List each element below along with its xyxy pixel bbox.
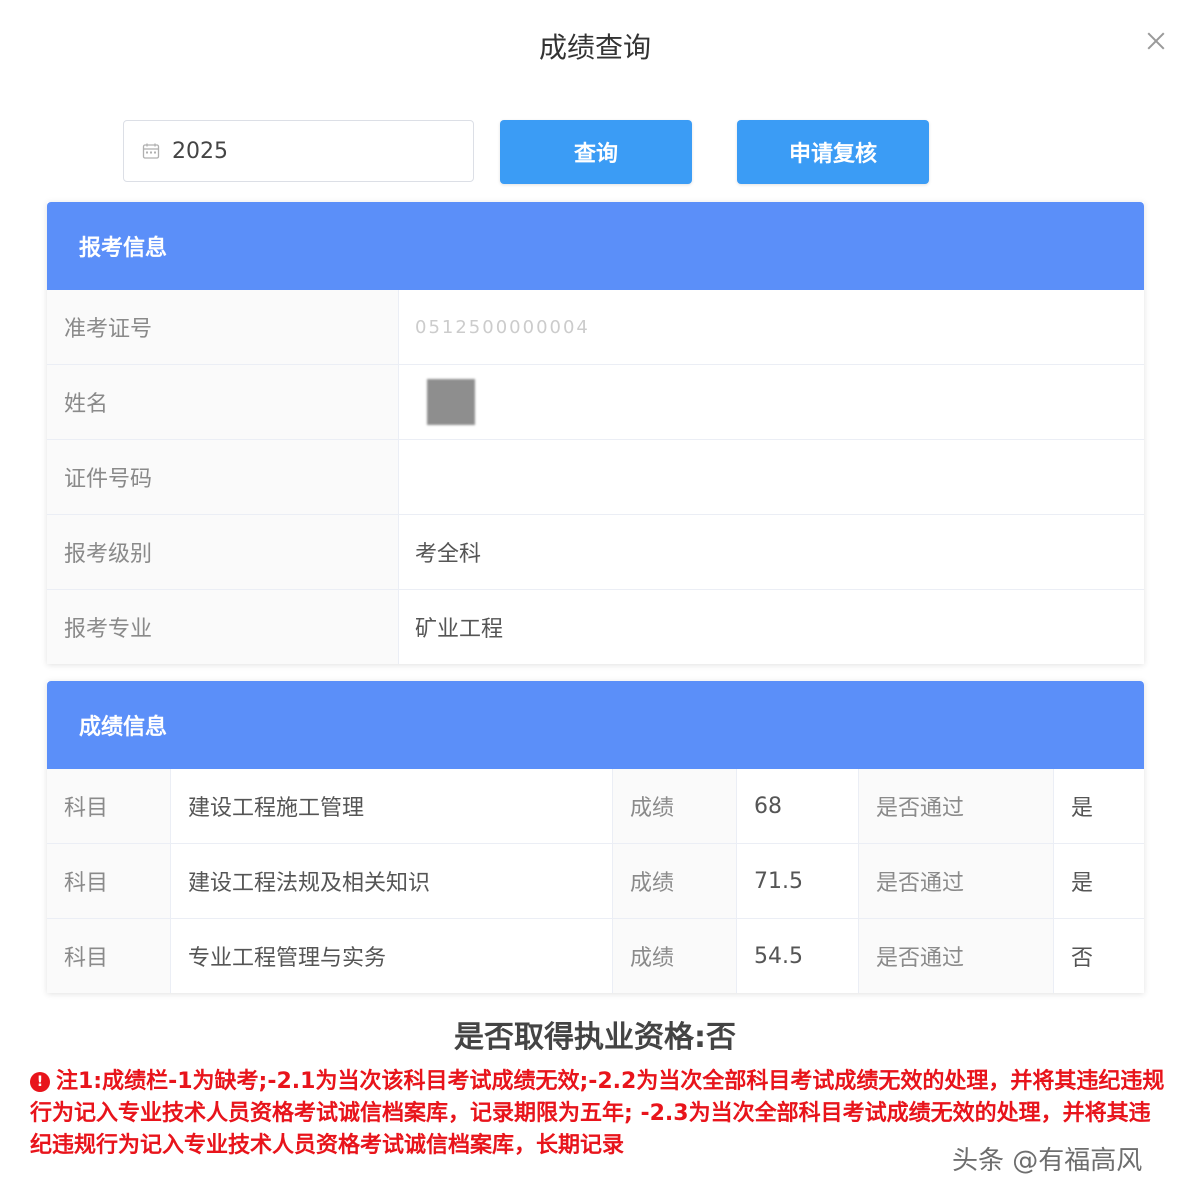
subject-name: 建设工程法规及相关知识 — [171, 844, 613, 918]
subject-name: 专业工程管理与实务 — [171, 919, 613, 993]
info-row-admission-number: 准考证号 0512500000004 — [47, 290, 1144, 365]
info-row-name: 姓名 — [47, 365, 1144, 440]
subject-label: 科目 — [47, 844, 171, 918]
info-label: 准考证号 — [47, 290, 399, 364]
score-label: 成绩 — [613, 844, 737, 918]
score-value: 54.5 — [737, 919, 859, 993]
info-value: 0512500000004 — [399, 290, 1144, 364]
info-row-level: 报考级别 考全科 — [47, 515, 1144, 590]
pass-value: 是 — [1071, 796, 1094, 821]
info-label: 姓名 — [47, 365, 399, 439]
score-info-panel: 成绩信息 科目 建设工程施工管理 成绩 68 是否通过 是 科目 建设工程法规及… — [47, 681, 1144, 993]
calendar-icon — [142, 143, 160, 159]
info-label: 证件号码 — [47, 440, 399, 514]
pass-label: 是否通过 — [859, 844, 1054, 918]
table-row: 科目 专业工程管理与实务 成绩 54.5 是否通过 否 — [47, 919, 1144, 993]
info-label: 报考专业 — [47, 590, 399, 664]
info-value — [399, 365, 1144, 439]
pass-value: 是 — [1071, 871, 1094, 896]
warning-icon: ! — [30, 1072, 50, 1092]
subject-label: 科目 — [47, 769, 171, 843]
info-row-id-number: 证件号码 — [47, 440, 1144, 515]
score-label: 成绩 — [613, 769, 737, 843]
pass-label: 是否通过 — [859, 769, 1054, 843]
year-picker-input[interactable]: 2025 — [123, 120, 474, 182]
info-row-major: 报考专业 矿业工程 — [47, 590, 1144, 664]
registration-info-panel: 报考信息 准考证号 0512500000004 姓名 证件号码 报考级别 考全科… — [47, 202, 1144, 664]
pass-label: 是否通过 — [859, 919, 1054, 993]
info-value: 矿业工程 — [415, 617, 504, 642]
pass-value: 否 — [1071, 946, 1094, 971]
info-value: 考全科 — [415, 542, 482, 567]
redacted-block — [427, 379, 475, 425]
score-value: 71.5 — [737, 844, 859, 918]
watermark: 头条 @有福高风 — [952, 1146, 1143, 1176]
info-value — [399, 440, 1144, 514]
subject-name: 建设工程施工管理 — [171, 769, 613, 843]
year-value: 2025 — [172, 138, 228, 164]
qualification-result: 是否取得执业资格:否 — [454, 1020, 736, 1055]
score-label: 成绩 — [613, 919, 737, 993]
score-value: 68 — [737, 769, 859, 843]
apply-review-button[interactable]: 申请复核 — [737, 120, 929, 184]
table-row: 科目 建设工程施工管理 成绩 68 是否通过 是 — [47, 769, 1144, 844]
score-info-header: 成绩信息 — [47, 681, 1144, 769]
dialog-title: 成绩查询 — [538, 31, 651, 64]
query-button[interactable]: 查询 — [500, 120, 692, 184]
info-label: 报考级别 — [47, 515, 399, 589]
registration-info-header: 报考信息 — [47, 202, 1144, 290]
admission-number-value: 0512500000004 — [415, 316, 590, 338]
close-icon[interactable] — [1145, 30, 1167, 52]
table-row: 科目 建设工程法规及相关知识 成绩 71.5 是否通过 是 — [47, 844, 1144, 919]
subject-label: 科目 — [47, 919, 171, 993]
